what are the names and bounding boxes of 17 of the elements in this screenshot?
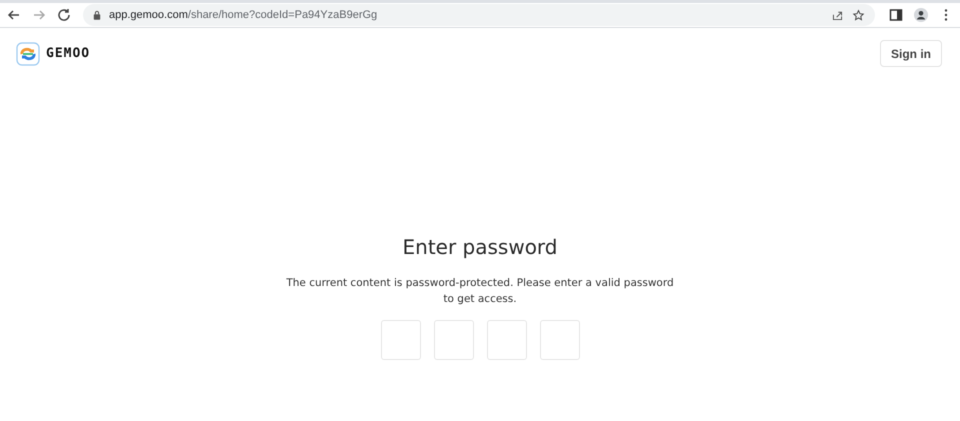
- code-digit-field[interactable]: [540, 320, 580, 360]
- profile-icon[interactable]: [913, 7, 929, 23]
- code-digit-field[interactable]: [434, 320, 474, 360]
- dialog-title: Enter password: [402, 235, 558, 259]
- sign-in-button[interactable]: Sign in: [880, 40, 942, 67]
- logo-icon: [16, 42, 40, 66]
- side-panel-icon[interactable]: [888, 7, 904, 23]
- star-icon[interactable]: [852, 8, 865, 22]
- url-host: app.gemoo.com: [109, 9, 188, 21]
- code-digit-field[interactable]: [486, 320, 526, 360]
- lock-icon: [93, 10, 101, 20]
- url-path: /share/home?codeId=Pa94YzaB9erGg: [188, 9, 378, 21]
- code-digit-field[interactable]: [380, 320, 420, 360]
- reload-icon[interactable]: [56, 7, 72, 23]
- dialog-message: The current content is password-protected. Please enter a valid password to get access.: [285, 276, 675, 307]
- address-bar[interactable]: app.gemoo.com/share/home?codeId=Pa94YzaB9erGg: [83, 4, 875, 26]
- logo-text: GEMOO: [46, 46, 90, 61]
